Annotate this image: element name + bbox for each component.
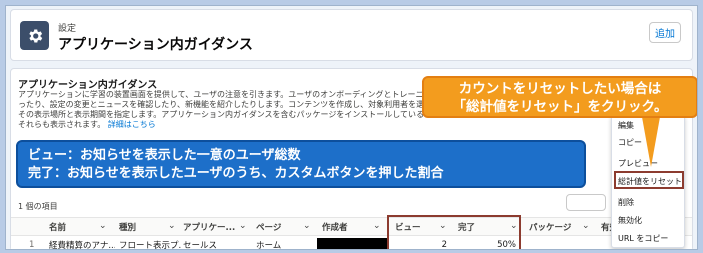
menu-item-delete[interactable]: 削除	[618, 197, 634, 208]
description-line-end: それらも表示されます。	[18, 120, 106, 129]
search-input[interactable]	[566, 194, 606, 211]
table-row[interactable]: 1 経費精算のアナ... フロート表示プ... セールス ホーム 2 50%	[11, 236, 692, 250]
column-header-page[interactable]: ページ	[256, 218, 296, 235]
banner-line: 完了：お知らせを表示したユーザのうち、カスタムボタンを押した割合	[28, 166, 444, 181]
banner-line: ビュー：お知らせを表示した一意のユーザ総数	[28, 148, 301, 163]
metrics-explanation-banner: ビュー：お知らせを表示した一意のユーザ総数 完了：お知らせを表示したユーザのうち…	[16, 140, 586, 188]
description-line: アプリケーションに学習の装置画面を提供して、ユーザの注意を引きます。ユーザのオン…	[18, 90, 438, 99]
table-header: 名前 ⌄ 種別 ⌄ アプリケー... ⌄ ページ ⌄ 作成者 ⌄ ビュー ⌄ 完…	[11, 217, 692, 236]
cell-type: フロート表示プ...	[119, 241, 181, 250]
row-number: 1	[29, 240, 35, 250]
cell-page: ホーム	[256, 241, 282, 250]
cell-name[interactable]: 経費精算のアナ...	[49, 236, 115, 249]
callout-line: 「総計値をリセット」をクリック。	[452, 99, 668, 115]
app-frame: 設定 アプリケーション内ガイダンス 追加 アプリケーション内ガイダンス アプリケ…	[5, 5, 698, 250]
callout-line: カウントをリセットしたい場合は	[458, 81, 662, 97]
add-button[interactable]: 追加	[649, 22, 681, 43]
callout-arrow	[642, 117, 660, 167]
description-line: その表示場所と表示期間を指定します。アプリケーション内ガイダンスを含むパッケージ…	[18, 110, 438, 119]
chevron-down-icon[interactable]: ⌄	[168, 221, 176, 231]
chevron-down-icon[interactable]: ⌄	[303, 221, 311, 231]
reset-totals-highlight	[614, 171, 684, 189]
item-count: 1 個の項目	[18, 202, 58, 211]
description-line: それらも表示されます。 詳細はこちら	[18, 120, 438, 130]
column-header-app[interactable]: アプリケー...	[183, 218, 239, 235]
column-header-package[interactable]: パッケージ	[529, 218, 579, 235]
chevron-down-icon[interactable]: ⌄	[582, 221, 590, 231]
views-completed-highlight	[387, 215, 521, 249]
page-header: 設定 アプリケーション内ガイダンス 追加	[10, 9, 693, 61]
chevron-down-icon[interactable]: ⌄	[239, 221, 247, 231]
learn-more-link[interactable]: 詳細はこちら	[108, 120, 156, 129]
menu-item-deactivate[interactable]: 無効化	[618, 215, 642, 226]
cell-app: セールス	[183, 241, 218, 250]
description-line: ったり、設定の変更とニュースを確認したり、新機能を紹介したりします。コンテンツを…	[18, 100, 438, 109]
reset-callout: カウントをリセットしたい場合は 「総計値をリセット」をクリック。	[422, 76, 697, 118]
section-title: アプリケーション内ガイダンス	[18, 80, 158, 91]
section-description: アプリケーションに学習の装置画面を提供して、ユーザの注意を引きます。ユーザのオン…	[18, 90, 438, 130]
column-header-name[interactable]: 名前	[49, 218, 99, 235]
column-header-creator[interactable]: 作成者	[322, 218, 372, 235]
menu-item-copy-url[interactable]: URL をコピー	[618, 233, 668, 244]
chevron-down-icon[interactable]: ⌄	[99, 221, 107, 231]
menu-item-edit[interactable]: 編集	[618, 120, 634, 131]
menu-item-copy[interactable]: コピー	[618, 137, 642, 148]
column-header-type[interactable]: 種別	[119, 218, 169, 235]
gear-icon	[20, 21, 49, 50]
breadcrumb[interactable]: 設定	[58, 21, 76, 34]
redacted-creator	[317, 238, 387, 249]
chevron-down-icon[interactable]: ⌄	[373, 221, 381, 231]
page-title: アプリケーション内ガイダンス	[58, 37, 253, 53]
